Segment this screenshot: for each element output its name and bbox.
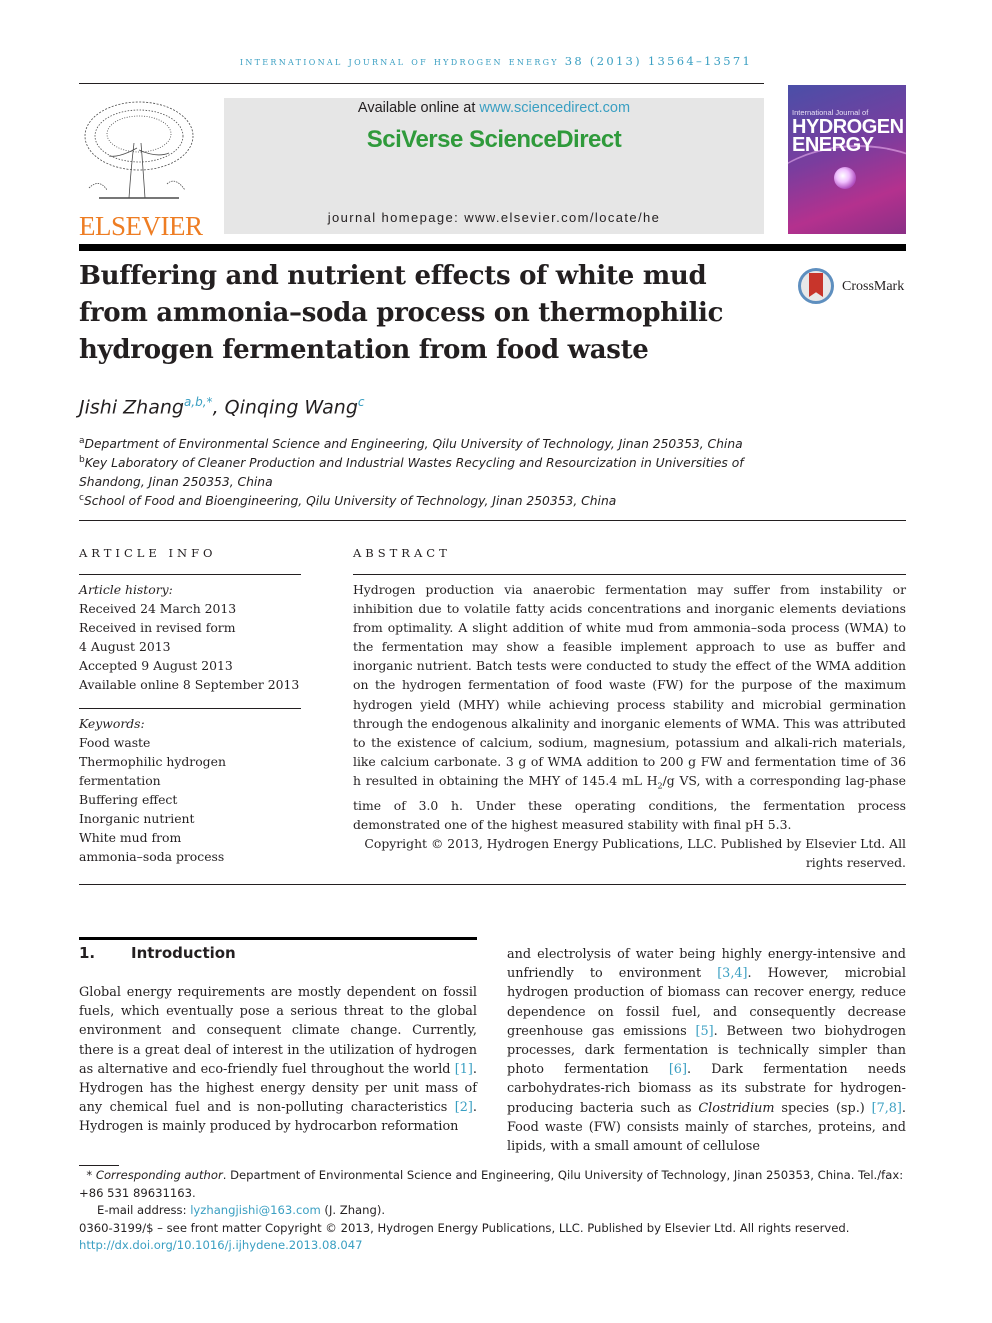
author-affil-marks[interactable]: a,b,* xyxy=(184,395,213,409)
article-info-heading: ARTICLE INFO xyxy=(79,546,217,560)
history-item: 4 August 2013 xyxy=(79,639,171,654)
abstract-body: Hydrogen production via anaerobic fermen… xyxy=(353,580,906,872)
history-item: Available online 8 September 2013 xyxy=(79,677,300,692)
keywords-rule xyxy=(79,708,301,709)
body-text: species (sp.) xyxy=(774,1100,872,1116)
citation-link[interactable]: [1] xyxy=(455,1062,473,1077)
issn-line: 0360-3199/$ – see front matter Copyright… xyxy=(79,1220,850,1235)
citation-link[interactable]: [6] xyxy=(669,1062,687,1077)
italic-term: Clostridium xyxy=(698,1100,775,1116)
sciencedirect-banner: Available online at www.sciencedirect.co… xyxy=(224,98,764,234)
citation-link[interactable]: [7,8] xyxy=(872,1101,902,1116)
abstract-rule xyxy=(353,574,906,575)
keyword-item: Thermophilic hydrogen xyxy=(79,754,226,769)
introduction-left-column: Global energy requirements are mostly de… xyxy=(79,983,477,1137)
keywords-label: Keywords: xyxy=(79,716,145,731)
section-heading-introduction: 1. Introduction xyxy=(79,944,236,962)
footnote-rule xyxy=(79,1165,119,1166)
crossmark-label: CrossMark xyxy=(842,279,905,294)
author-name[interactable]: Qinqing Wang xyxy=(225,396,358,418)
keyword-item: Food waste xyxy=(79,735,151,750)
crossmark-button[interactable]: CrossMark xyxy=(796,266,906,310)
introduction-rule xyxy=(79,937,477,940)
footnotes: * Corresponding author. Department of En… xyxy=(79,1167,906,1255)
section-number: 1. xyxy=(79,944,96,962)
keyword-item: Inorganic nutrient xyxy=(79,811,195,826)
affiliation-c: cSchool of Food and Bioengineering, Qilu… xyxy=(79,493,617,509)
cover-arc-decoration xyxy=(788,145,906,234)
cover-main-title: HYDROGEN ENERGY xyxy=(792,116,904,156)
elsevier-wordmark: ELSEVIER xyxy=(79,211,203,241)
affiliation-rule xyxy=(79,520,906,521)
keyword-item: White mud from xyxy=(79,830,182,845)
article-history: Article history: Received 24 March 2013 … xyxy=(79,580,309,694)
cover-orb-icon xyxy=(834,167,856,189)
journal-homepage[interactable]: journal homepage: www.elsevier.com/locat… xyxy=(224,210,764,225)
introduction-right-column: and electrolysis of water being highly e… xyxy=(507,945,906,1156)
citation-link[interactable]: [3,4] xyxy=(717,966,747,981)
author-list: Jishi Zhanga,b,*, Qinqing Wangc xyxy=(79,395,365,419)
corresponding-author-note: * Corresponding author. Department of En… xyxy=(79,1168,904,1200)
keyword-item: Buffering effect xyxy=(79,792,178,807)
header-thick-rule xyxy=(79,244,906,251)
keywords: Keywords: Food waste Thermophilic hydrog… xyxy=(79,714,309,866)
affiliation-b: bKey Laboratory of Cleaner Production an… xyxy=(79,455,744,490)
body-text: Global energy requirements are mostly de… xyxy=(79,985,477,1077)
doi-link[interactable]: http://dx.doi.org/10.1016/j.ijhydene.201… xyxy=(79,1237,906,1255)
sciencedirect-link[interactable]: www.sciencedirect.com xyxy=(479,100,630,116)
section-title: Introduction xyxy=(131,944,236,962)
abstract-paragraph: Hydrogen production via anaerobic fermen… xyxy=(353,582,906,832)
history-item: Accepted 9 August 2013 xyxy=(79,658,233,673)
top-rule xyxy=(79,83,764,84)
citation-link[interactable]: [5] xyxy=(696,1024,714,1039)
keyword-item: ammonia–soda process xyxy=(79,849,225,864)
article-title: Buffering and nutrient effects of white … xyxy=(79,261,724,365)
author-name[interactable]: Jishi Zhang xyxy=(79,396,184,418)
history-item: Received in revised form xyxy=(79,620,236,635)
citation-link[interactable]: [2] xyxy=(455,1100,473,1115)
running-head: International Journal of Hydrogen Energy… xyxy=(239,54,753,68)
keyword-item: fermentation xyxy=(79,773,161,788)
email-link[interactable]: lyzhangjishi@163.com xyxy=(190,1203,321,1217)
abstract-copyright: Copyright © 2013, Hydrogen Energy Public… xyxy=(364,835,906,870)
sciverse-sciencedirect-logo: SciVerse ScienceDirect xyxy=(366,126,622,153)
journal-cover-image: International Journal of HYDROGEN ENERGY xyxy=(788,85,906,234)
abstract-end-rule xyxy=(79,884,906,885)
email-note: E-mail address: lyzhangjishi@163.com (J.… xyxy=(97,1203,386,1217)
article-history-label: Article history: xyxy=(79,582,173,597)
history-item: Received 24 March 2013 xyxy=(79,601,237,616)
author-affil-marks[interactable]: c xyxy=(358,395,365,409)
abstract-heading: ABSTRACT xyxy=(353,546,451,560)
available-online: Available online at www.sciencedirect.co… xyxy=(357,100,631,116)
article-info-rule xyxy=(79,574,301,575)
